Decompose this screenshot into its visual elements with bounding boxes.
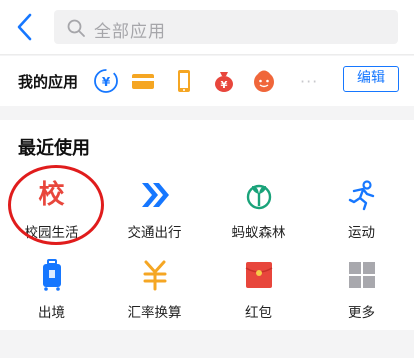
more-grid-icon (345, 258, 379, 292)
ant-forest-icon (242, 178, 276, 212)
app-label: 更多 (348, 305, 375, 321)
chevron-left-icon (17, 13, 32, 41)
search-placeholder: 全部应用 (94, 22, 166, 42)
more-dots: ··· (300, 72, 319, 91)
edit-button[interactable]: 编辑 (343, 66, 399, 92)
app-transport[interactable]: 交通出行 (103, 178, 206, 254)
app-ant-forest[interactable]: 蚂蚁森林 (207, 178, 310, 254)
my-apps-bar: 我的应用 ¥ ¥ ··· 编辑 (0, 56, 414, 106)
app-label: 交通出行 (127, 225, 182, 241)
app-label: 蚂蚁森林 (231, 225, 286, 241)
app-outbound[interactable]: 出境 (0, 258, 103, 334)
app-more[interactable]: 更多 (310, 258, 413, 334)
svg-text:¥: ¥ (102, 75, 111, 89)
transport-arrows-icon (138, 178, 172, 212)
running-person-icon (345, 178, 379, 212)
luggage-icon (35, 258, 69, 292)
bottom-spacer (0, 330, 414, 358)
exchange-rate-icon (138, 258, 172, 292)
svg-text:¥: ¥ (221, 80, 228, 91)
phone-topup-icon[interactable] (170, 67, 198, 95)
app-label: 汇率换算 (127, 305, 182, 321)
highlight-circle (8, 165, 104, 245)
money-bag-icon[interactable]: ¥ (210, 67, 238, 95)
bank-card-icon[interactable] (129, 67, 157, 95)
app-label: 红包 (245, 305, 272, 321)
my-apps-title: 我的应用 (18, 73, 79, 91)
top-bar: 全部应用 (0, 0, 414, 55)
app-label: 出境 (38, 305, 65, 321)
fortune-smiley-icon[interactable] (250, 67, 278, 95)
recent-title: 最近使用 (18, 138, 90, 159)
back-button[interactable] (10, 10, 42, 44)
yuan-circle-icon[interactable]: ¥ (92, 67, 120, 95)
app-exchange-rate[interactable]: 汇率换算 (103, 258, 206, 334)
app-red-envelope[interactable]: 红包 (207, 258, 310, 334)
search-input[interactable]: 全部应用 (54, 10, 398, 44)
app-sports[interactable]: 运动 (310, 178, 413, 254)
red-envelope-icon (242, 258, 276, 292)
search-icon (67, 19, 85, 37)
app-label: 运动 (348, 225, 375, 241)
